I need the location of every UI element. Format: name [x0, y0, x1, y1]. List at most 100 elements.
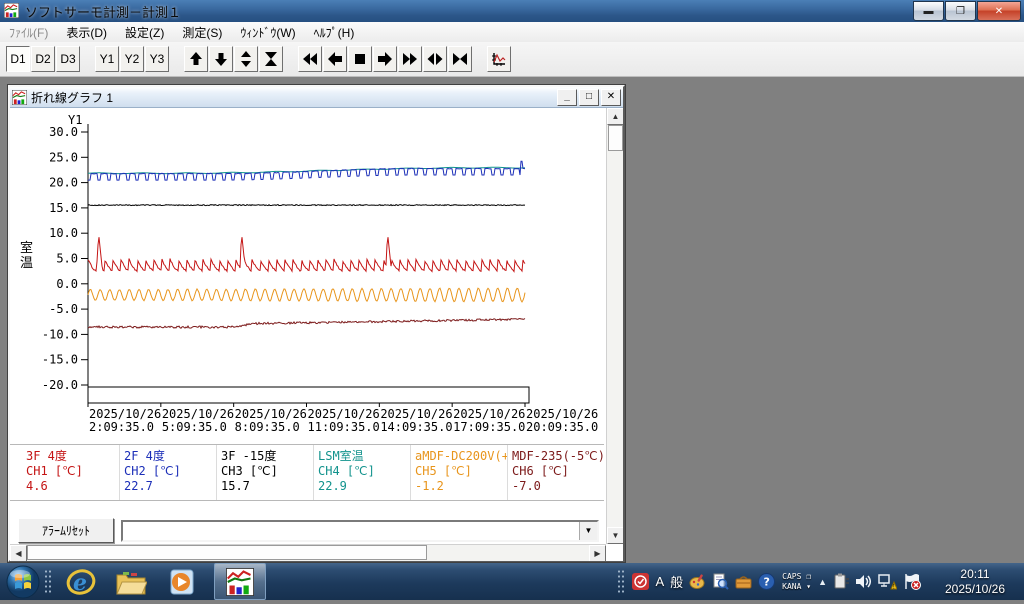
app-chart-icon	[226, 568, 254, 596]
graph-window-titlebar[interactable]: 折れ線グラフ 1 _ □ ✕	[10, 87, 623, 108]
scroll-up-icon[interactable]: ▲	[607, 108, 623, 125]
toolbar-button-d1[interactable]: D1	[6, 46, 30, 72]
caps-kana-indicator[interactable]: CAPS ❐ KANA ▾	[782, 572, 811, 592]
menu-item[interactable]: 設定(Z)	[116, 22, 173, 43]
dictionary-icon[interactable]	[712, 573, 729, 590]
help-icon[interactable]: ?	[758, 573, 775, 590]
toolbar-chart-icon[interactable]	[487, 46, 511, 72]
internet-explorer-icon[interactable]: e	[62, 565, 100, 599]
alarm-combobox-value	[123, 522, 579, 540]
svg-text:-5.0: -5.0	[49, 302, 78, 316]
volume-icon[interactable]	[855, 573, 872, 590]
menu-item[interactable]: 表示(D)	[57, 22, 116, 43]
svg-text:8:09:35.0: 8:09:35.0	[235, 420, 300, 434]
toolbar-arrow-right-icon[interactable]	[373, 46, 397, 72]
toolbar-expand-horizontal-icon[interactable]	[423, 46, 447, 72]
ime-status-icon[interactable]	[632, 573, 649, 590]
graph-minimize-button[interactable]: _	[557, 89, 577, 106]
vertical-scroll-thumb[interactable]	[608, 125, 623, 151]
toolbar-button-y3[interactable]: Y3	[145, 46, 169, 72]
svg-text:10.0: 10.0	[49, 226, 78, 240]
taskbar-grip	[44, 569, 52, 595]
show-hidden-icons[interactable]: ▲	[818, 577, 827, 587]
graph-client-area: Y130.025.020.015.010.05.00.0-5.0-10.0-15…	[10, 108, 623, 561]
svg-text:2025/10/26: 2025/10/26	[308, 407, 380, 421]
toolbox-icon[interactable]	[735, 573, 752, 590]
alarm-reset-button[interactable]: ｱﾗｰﾑﾘｾｯﾄ	[18, 518, 114, 543]
svg-text:2025/10/26: 2025/10/26	[235, 407, 307, 421]
clock-time: 20:11	[932, 567, 1018, 582]
toolbar-collapse-vertical-icon[interactable]	[259, 46, 283, 72]
toolbar-arrow-down-icon[interactable]	[209, 46, 233, 72]
network-warning-icon[interactable]: !	[878, 573, 897, 590]
graph-window-title: 折れ線グラフ 1	[31, 89, 113, 106]
svg-text:15.0: 15.0	[49, 201, 78, 215]
channel-value: 22.9	[318, 479, 408, 494]
app-chart-icon	[12, 90, 27, 105]
toolbar-arrow-left-icon[interactable]	[323, 46, 347, 72]
channel-label: 3F -15度	[221, 449, 311, 464]
menu-item[interactable]: 測定(S)	[173, 22, 231, 43]
menu-item[interactable]: ｳｨﾝﾄﾞｳ(W)	[231, 22, 304, 43]
graph-window: 折れ線グラフ 1 _ □ ✕ Y130.025.020.015.010.05.0…	[8, 85, 625, 562]
horizontal-scrollbar[interactable]: ◀ ▶	[10, 544, 606, 561]
toolbar-stop-icon[interactable]	[348, 46, 372, 72]
svg-text:5.0: 5.0	[56, 252, 78, 266]
tray-grip	[617, 569, 625, 595]
legend-entry-ch2: 2F 4度 CH2 [℃] 22.7	[119, 445, 216, 500]
channel-label: MDF-235(-5℃)	[512, 449, 602, 464]
channel-value: 4.6	[26, 479, 117, 494]
toolbar-collapse-horizontal-icon[interactable]	[448, 46, 472, 72]
taskbar-clock[interactable]: 20:11 2025/10/26	[932, 567, 1018, 597]
channel-id: CH4 [℃]	[318, 464, 408, 479]
toolbar-button-y2[interactable]: Y2	[120, 46, 144, 72]
scroll-right-icon[interactable]: ▶	[589, 545, 606, 561]
vertical-scrollbar[interactable]: ▲ ▼	[606, 108, 623, 544]
close-button[interactable]: ✕	[977, 1, 1021, 21]
app-icon	[4, 3, 20, 19]
toolbar-arrow-up-icon[interactable]	[184, 46, 208, 72]
menu-item[interactable]: ﾌｧｲﾙ(F)	[0, 22, 57, 43]
channel-value: -1.2	[415, 479, 505, 494]
toolbar-double-left-icon[interactable]	[298, 46, 322, 72]
media-player-icon[interactable]	[162, 565, 200, 599]
graph-window-icon	[12, 90, 27, 105]
system-tray: A 般 ? CAPS ❐ KANA ▾ ▲ ! 20:11 2025/10/26	[613, 563, 1024, 600]
line-chart: Y130.025.020.015.010.05.00.0-5.0-10.0-15…	[10, 110, 600, 444]
svg-text:2025/10/26: 2025/10/26	[162, 407, 234, 421]
scroll-left-icon[interactable]: ◀	[10, 545, 27, 561]
legend-entry-ch1: 3F 4度 CH1 [℃] 4.6	[22, 445, 119, 500]
active-app-task-button[interactable]	[214, 563, 266, 600]
start-button[interactable]	[6, 565, 40, 599]
svg-text:-10.0: -10.0	[42, 327, 78, 341]
toolbar-double-right-icon[interactable]	[398, 46, 422, 72]
clipboard-icon[interactable]	[833, 573, 849, 590]
svg-text:14:09:35.0: 14:09:35.0	[380, 420, 452, 434]
menubar: ﾌｧｲﾙ(F)表示(D)設定(Z)測定(S)ｳｨﾝﾄﾞｳ(W)ﾍﾙﾌﾟ(H)	[0, 22, 1024, 43]
minimize-button[interactable]: ▬	[913, 1, 944, 21]
restore-button[interactable]: ❐	[945, 1, 976, 21]
horizontal-scroll-track[interactable]	[427, 545, 589, 561]
horizontal-scroll-thumb[interactable]	[27, 545, 427, 560]
channel-label: 2F 4度	[124, 449, 214, 464]
toolbar-expand-vertical-icon[interactable]	[234, 46, 258, 72]
svg-text:2025/10/26: 2025/10/26	[89, 407, 161, 421]
main-titlebar: ソフトサーモ計測－計測１ ▬ ❐ ✕	[0, 0, 1024, 23]
graph-close-button[interactable]: ✕	[601, 89, 621, 106]
channel-id: CH1 [℃]	[26, 464, 117, 479]
combobox-dropdown-icon[interactable]: ▼	[579, 522, 597, 540]
action-center-flag-icon[interactable]	[903, 573, 921, 590]
toolbar-button-y1[interactable]: Y1	[95, 46, 119, 72]
windows-explorer-icon[interactable]	[112, 565, 150, 599]
ime-mode-a[interactable]: A	[655, 574, 664, 589]
ime-pad-icon[interactable]	[689, 573, 706, 590]
legend-entry-ch6: MDF-235(-5℃) CH6 [℃] -7.0	[507, 445, 604, 500]
svg-text:20.0: 20.0	[49, 176, 78, 190]
ime-mode-general[interactable]: 般	[670, 572, 683, 591]
toolbar-button-d3[interactable]: D3	[56, 46, 80, 72]
toolbar-button-d2[interactable]: D2	[31, 46, 55, 72]
alarm-combobox[interactable]: ▼	[121, 520, 599, 542]
graph-maximize-button[interactable]: □	[579, 89, 599, 106]
menu-item[interactable]: ﾍﾙﾌﾟ(H)	[305, 22, 364, 43]
scroll-down-icon[interactable]: ▼	[607, 527, 623, 544]
